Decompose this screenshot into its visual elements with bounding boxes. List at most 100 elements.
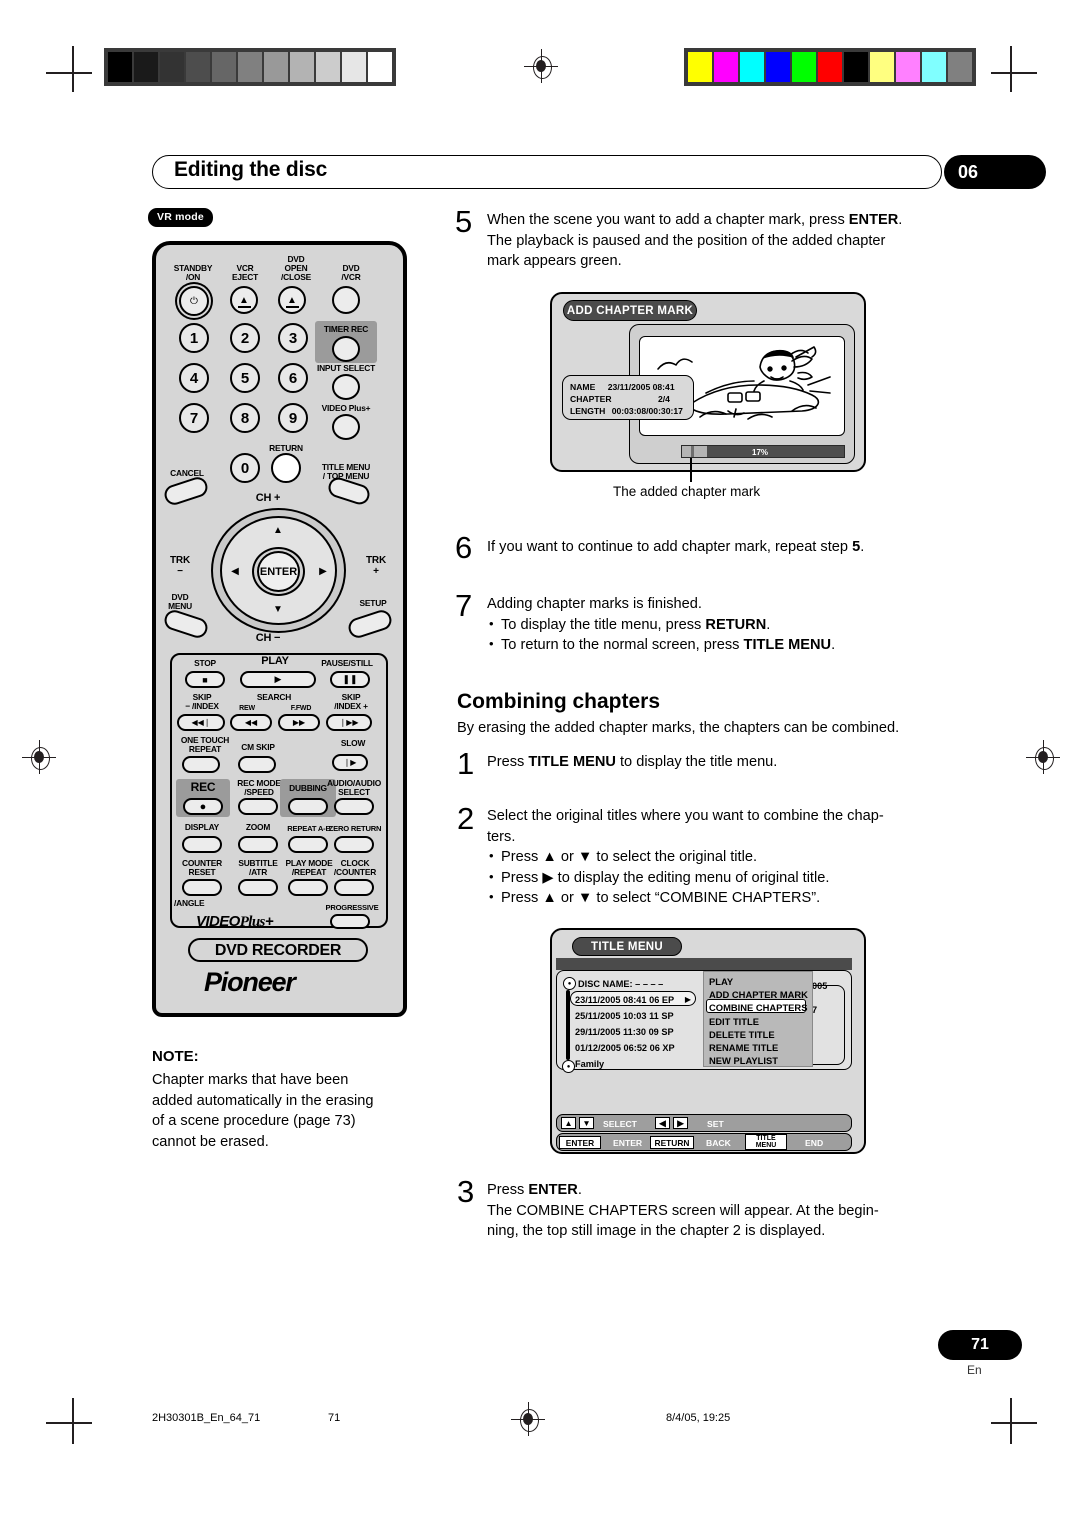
color-calibration-bar bbox=[684, 48, 976, 86]
rewind-button[interactable]: ◀◀ bbox=[230, 714, 272, 731]
zero-return-button[interactable] bbox=[334, 836, 374, 853]
editing-menu-item-new-playlist[interactable]: NEW PLAYLIST bbox=[709, 1055, 778, 1066]
number-button-1[interactable]: 1 bbox=[179, 323, 209, 353]
editing-menu-item-edit-title[interactable]: EDIT TITLE bbox=[709, 1016, 759, 1027]
dvd-open-close-button[interactable]: ▲ bbox=[278, 286, 306, 314]
subtitle-button[interactable] bbox=[238, 879, 278, 896]
section-heading-combining-chapters: Combining chapters bbox=[457, 690, 661, 713]
repeat-ab-button[interactable] bbox=[288, 836, 328, 853]
editing-menu-item-delete-title[interactable]: DELETE TITLE bbox=[709, 1029, 775, 1040]
rec-mode-button[interactable] bbox=[238, 798, 278, 815]
fastforward-button[interactable]: ▶▶ bbox=[278, 714, 320, 731]
dvd-open-close-label: DVD OPEN /CLOSE bbox=[264, 254, 328, 283]
video-plus-logo: VIDEOPlus+ bbox=[196, 913, 274, 931]
title-list-item-1[interactable]: 23/11/2005 08:41 06 EP bbox=[575, 995, 674, 1005]
vcr-eject-l2: EJECT bbox=[232, 272, 258, 283]
grayscale-swatch bbox=[186, 52, 210, 82]
editing-menu-item-combine-chapters[interactable]: COMBINE CHAPTERS bbox=[709, 1002, 807, 1013]
number-button-2[interactable]: 2 bbox=[230, 323, 260, 353]
skip-index-plus-label: SKIP /INDEX + bbox=[320, 692, 382, 711]
skip-index-minus-label: SKIP − /INDEX bbox=[172, 692, 232, 711]
grayscale-swatch bbox=[316, 52, 340, 82]
guide-label-set: SET bbox=[707, 1119, 724, 1129]
step-6-text: If you want to continue to add chapter m… bbox=[487, 537, 1027, 558]
step-5-enter-emphasis: ENTER bbox=[848, 212, 899, 228]
play-mode-button[interactable] bbox=[288, 879, 328, 896]
number-button-5[interactable]: 5 bbox=[230, 363, 260, 393]
dpad-down-button[interactable]: ▼ bbox=[265, 601, 291, 617]
dpad-right-button[interactable]: ▶ bbox=[314, 562, 332, 580]
video-plus-label: VIDEO Plus+ bbox=[321, 403, 371, 413]
clock-counter-button[interactable] bbox=[334, 879, 374, 896]
counter-reset-button[interactable] bbox=[182, 879, 222, 896]
search-label: SEARCH bbox=[256, 692, 292, 702]
combine-step-3-text: Press ENTER. The COMBINE CHAPTERS screen… bbox=[487, 1180, 1027, 1242]
zoom-button[interactable] bbox=[238, 836, 278, 853]
audio-l2: SELECT bbox=[338, 787, 370, 798]
vcr-eject-button[interactable]: ▲ bbox=[230, 286, 258, 314]
grayscale-calibration-bar bbox=[104, 48, 396, 86]
progress-percent-label: 17% bbox=[752, 448, 769, 457]
cm-skip-button[interactable] bbox=[238, 756, 276, 773]
number-button-3[interactable]: 3 bbox=[278, 323, 308, 353]
grayscale-swatch bbox=[290, 52, 314, 82]
guide-key-title-menu: TITLE MENU bbox=[745, 1134, 787, 1150]
counter-reset-label: COUNTER RESET bbox=[174, 858, 230, 877]
stop-button[interactable]: ■ bbox=[185, 671, 225, 688]
number-button-0[interactable]: 0 bbox=[230, 453, 260, 483]
section-intro-text: By erasing the added chapter marks, the … bbox=[457, 720, 900, 736]
number-button-8[interactable]: 8 bbox=[230, 403, 260, 433]
dubbing-button[interactable] bbox=[288, 798, 328, 815]
step-6-line-a: If you want to continue to add chapter m… bbox=[487, 539, 853, 555]
return-button[interactable] bbox=[271, 453, 301, 483]
step-7-bullets: To display the title menu, press RETURN.… bbox=[487, 614, 1027, 656]
input-select-button[interactable] bbox=[332, 374, 360, 400]
one-touch-repeat-button[interactable] bbox=[182, 756, 220, 773]
guide-key-return: RETURN bbox=[650, 1136, 694, 1149]
info-row-name: NAME 23/11/2005 08:41 bbox=[570, 382, 675, 392]
slow-button[interactable]: ❘▶ bbox=[332, 754, 368, 771]
title-list-item-4[interactable]: 01/12/2005 06:52 06 XP bbox=[575, 1043, 675, 1053]
dvd-vcr-button[interactable] bbox=[332, 286, 360, 314]
step-7-bullet-2: To return to the normal screen, press TI… bbox=[487, 634, 1027, 656]
title-list-item-2[interactable]: 25/11/2005 10:03 11 SP bbox=[575, 1011, 674, 1021]
rec-button[interactable]: ● bbox=[183, 798, 223, 815]
add-chapter-mark-title-pill: ADD CHAPTER MARK bbox=[563, 300, 697, 321]
audio-select-button[interactable] bbox=[334, 798, 374, 815]
combine-step-2-line2: ters. bbox=[487, 828, 516, 845]
guide-label-back: BACK bbox=[706, 1138, 731, 1148]
display-button[interactable] bbox=[182, 836, 222, 853]
combine-step-2-bullet-1: Press ▲ or ▼ to select the original titl… bbox=[487, 846, 1027, 868]
standby-on-button[interactable]: ⏻ bbox=[179, 286, 209, 316]
number-button-6[interactable]: 6 bbox=[278, 363, 308, 393]
guide-key-up-icon: ▲ bbox=[561, 1117, 576, 1129]
scroll-end-icon: ● bbox=[562, 1060, 575, 1073]
timer-rec-button[interactable] bbox=[332, 336, 360, 362]
editing-menu-item-play[interactable]: PLAY bbox=[709, 976, 733, 987]
remote-control-illustration: STANDBY /ON VCR EJECT DVD OPEN /CLOSE DV… bbox=[152, 241, 407, 1017]
return-label: RETURN bbox=[269, 443, 303, 453]
number-button-4[interactable]: 4 bbox=[179, 363, 209, 393]
progressive-button[interactable] bbox=[330, 914, 370, 929]
number-button-9[interactable]: 9 bbox=[278, 403, 308, 433]
enter-button[interactable]: ENTER bbox=[257, 551, 300, 592]
editing-menu-item-rename-title[interactable]: RENAME TITLE bbox=[709, 1042, 778, 1053]
guide-label-select: SELECT bbox=[603, 1119, 637, 1129]
skip-forward-button[interactable]: ❘▶▶ bbox=[326, 714, 372, 731]
info-row-length: LENGTH 00:03:08/00:30:17 bbox=[570, 406, 683, 416]
dpad-up-button[interactable]: ▲ bbox=[265, 522, 291, 538]
playmode-l2: /REPEAT bbox=[291, 867, 327, 878]
info-label-length: LENGTH bbox=[570, 406, 606, 416]
skip-back-button[interactable]: ◀◀❘ bbox=[177, 714, 225, 731]
title-list-scrollbar[interactable] bbox=[566, 990, 570, 1060]
number-button-7[interactable]: 7 bbox=[179, 403, 209, 433]
page-number-badge: 71 bbox=[938, 1330, 1022, 1360]
title-list-item-3[interactable]: 29/11/2005 11:30 09 SP bbox=[575, 1027, 674, 1037]
dpad-left-button[interactable]: ◀ bbox=[226, 562, 244, 580]
rec-mode-l2: /SPEED bbox=[244, 787, 274, 798]
video-plus-button[interactable] bbox=[332, 414, 360, 440]
pause-still-button[interactable]: ❚❚ bbox=[330, 671, 370, 688]
printer-footer-filename: 2H30301B_En_64_71 bbox=[152, 1412, 261, 1424]
title-list-item-5[interactable]: Family bbox=[575, 1059, 604, 1069]
play-button[interactable]: ▶ bbox=[240, 671, 316, 688]
